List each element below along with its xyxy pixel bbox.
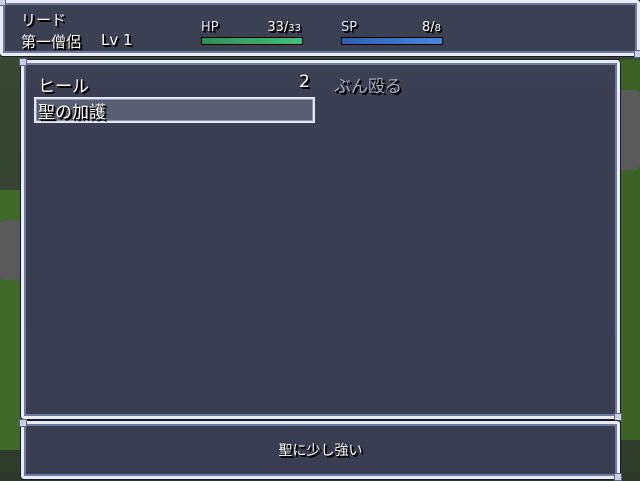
level-label: Lv [101,31,119,49]
sp-value: 8/8 [421,20,441,35]
hp-value: 33/33 [267,20,301,35]
sp-max: 8 [434,23,441,34]
help-window: 聖に少し強い [19,419,622,481]
rock-tile [0,220,22,280]
skill-item[interactable]: 聖の加護 [24,97,314,123]
hp-current: 33 [267,20,284,35]
sp-current: 8 [421,20,431,35]
actor-level: Lv 1 [101,31,133,49]
sp-label: SP [341,20,358,35]
actor-name: リード [21,11,67,29]
skill-item[interactable]: ヒール 2 [24,71,314,97]
hp-label: HP [201,20,219,35]
sp-gauge [341,37,443,45]
status-window: リード 第一僧侶 Lv 1 HP 33/33 SP 8/8 [0,0,640,58]
skill-name: ヒール [38,77,89,97]
skill-name: 聖の加護 [38,103,106,123]
hp-max: 33 [288,23,301,34]
level-value: 1 [123,31,133,49]
skill-item[interactable]: ぶん殴る [320,71,610,97]
sp-gauge-fill [342,38,442,44]
skill-list-window: ヒール 2 ぶん殴る 聖の加護 [19,58,622,421]
skill-cost: 2 [299,72,310,92]
actor-class: 第一僧侶 [21,33,82,51]
hp-gauge-fill [202,38,302,44]
help-text: 聖に少し強い [278,443,363,459]
hp-gauge [201,37,303,45]
skill-name: ぶん殴る [334,77,402,97]
